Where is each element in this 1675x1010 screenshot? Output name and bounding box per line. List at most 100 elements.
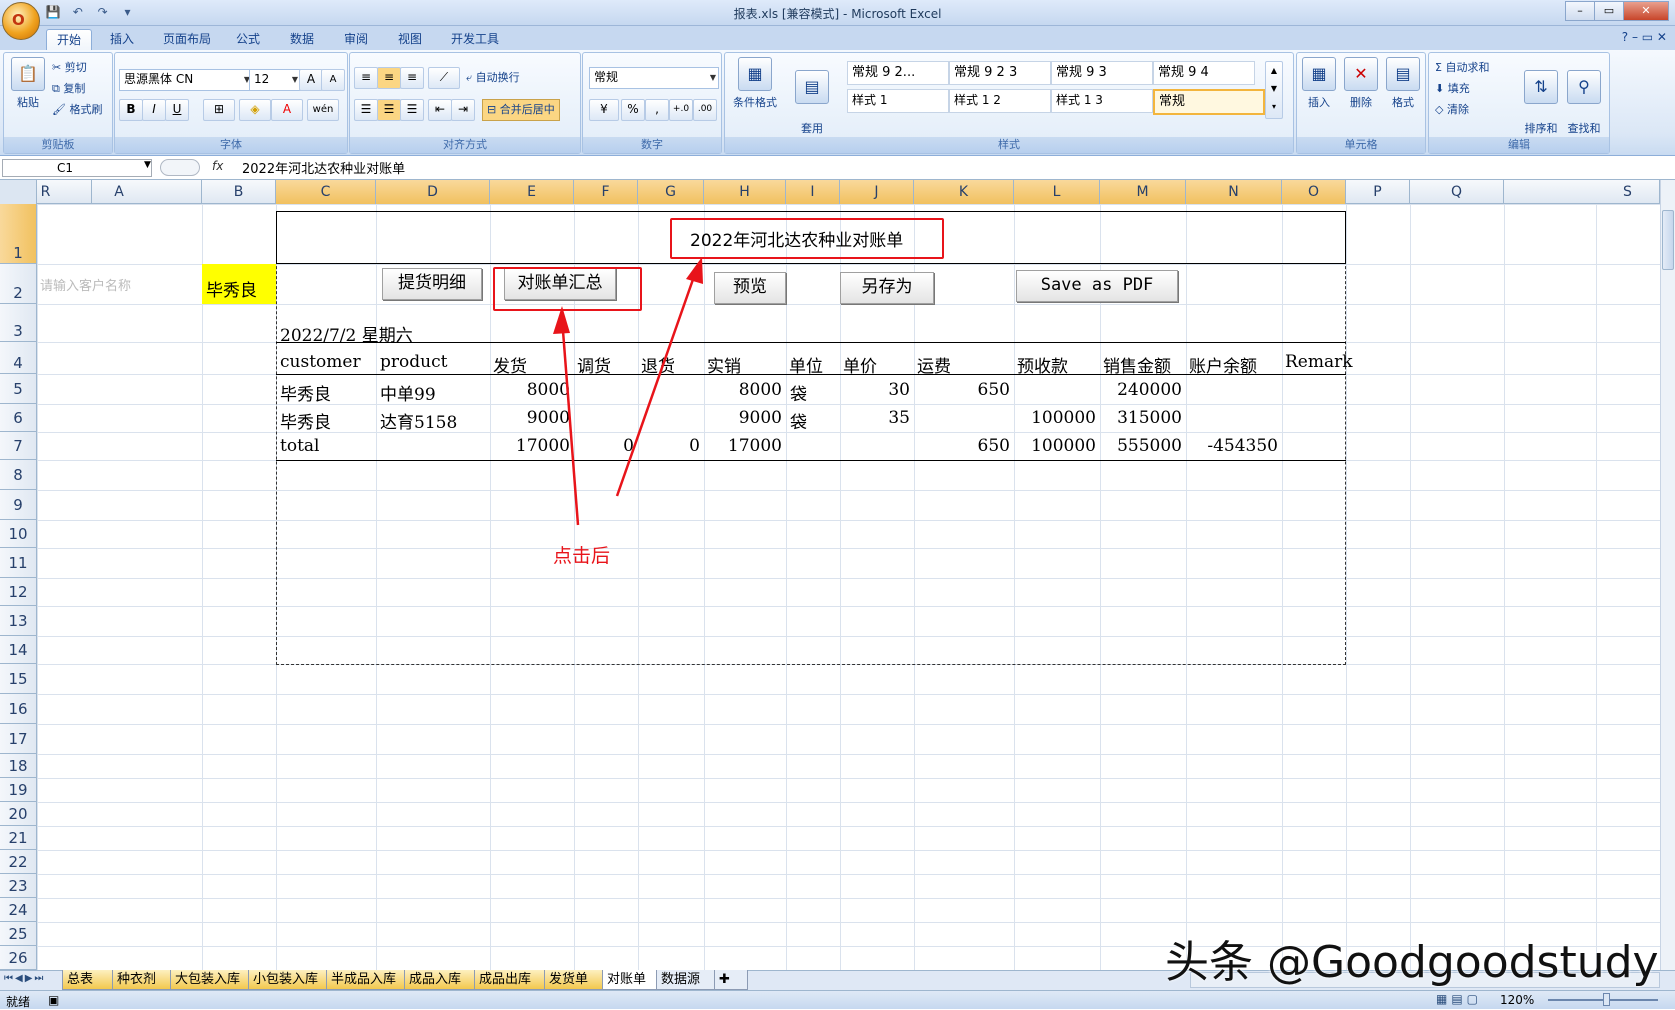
col-header-d[interactable]: D: [376, 180, 490, 204]
save-as-pdf-button[interactable]: Save as PDF: [1016, 270, 1178, 302]
total-sales-amount[interactable]: 555000: [1100, 436, 1182, 456]
header-balance[interactable]: 账户余额: [1189, 352, 1257, 377]
sheet-tab-5[interactable]: 半成品入库: [326, 970, 412, 990]
col-header-m[interactable]: M: [1100, 180, 1186, 204]
row-header-23[interactable]: 23: [0, 874, 37, 898]
header-price[interactable]: 单价: [843, 352, 877, 377]
row2-product[interactable]: 达育5158: [380, 408, 457, 433]
maximize-button[interactable]: ▭: [1594, 1, 1624, 21]
customer-name-placeholder[interactable]: 请输入客户名称: [40, 275, 131, 294]
sheet-tab-10[interactable]: 数据源: [656, 970, 722, 990]
style-cell-8[interactable]: 常规: [1153, 89, 1265, 115]
cut-button[interactable]: ✂ 剪切: [52, 59, 87, 75]
orientation-icon[interactable]: ⟋: [428, 67, 460, 89]
col-header-n[interactable]: N: [1186, 180, 1282, 204]
row-header-11[interactable]: 11: [0, 548, 37, 578]
style-cell-3[interactable]: 常规 9 3: [1051, 61, 1153, 85]
italic-button[interactable]: I: [142, 99, 166, 121]
tab-insert[interactable]: 插入: [98, 29, 146, 50]
style-cell-7[interactable]: 样式 1 3: [1051, 89, 1153, 113]
total-returned[interactable]: 0: [638, 436, 700, 456]
increase-decimal-button[interactable]: +.0: [669, 99, 693, 121]
preview-button[interactable]: 预览: [714, 272, 786, 304]
row1-customer[interactable]: 毕秀良: [280, 380, 331, 405]
sheet-tab-6[interactable]: 成品入库: [404, 970, 482, 990]
header-sales-amount[interactable]: 销售金额: [1103, 352, 1171, 377]
header-remark[interactable]: Remark: [1285, 352, 1353, 372]
row2-unit[interactable]: 袋: [790, 408, 807, 433]
delivery-detail-button[interactable]: 提货明细: [382, 268, 482, 300]
tab-view[interactable]: 视图: [388, 29, 432, 50]
macro-record-icon[interactable]: ▣: [48, 993, 59, 1007]
row1-sales-amount[interactable]: 240000: [1100, 380, 1182, 400]
row-header-17[interactable]: 17: [0, 724, 37, 754]
wrap-text-button[interactable]: ⤶ 自动换行: [466, 69, 520, 85]
currency-button[interactable]: ¥: [589, 99, 619, 121]
row-header-19[interactable]: 19: [0, 778, 37, 802]
total-transfer[interactable]: 0: [574, 436, 634, 456]
format-cells-button[interactable]: ▤ 格式: [1385, 57, 1421, 110]
formula-expand-handle[interactable]: [160, 159, 200, 176]
header-product[interactable]: product: [380, 352, 447, 372]
view-buttons[interactable]: ▦▤▢: [1436, 992, 1482, 1006]
align-left-icon[interactable]: ☰: [354, 99, 378, 121]
row2-net-sales[interactable]: 9000: [704, 408, 782, 428]
row-header-24[interactable]: 24: [0, 898, 37, 922]
col-header-q[interactable]: Q: [1410, 180, 1504, 204]
chevron-down-icon[interactable]: ▼: [144, 160, 151, 170]
row-header-20[interactable]: 20: [0, 802, 37, 826]
row-header-1[interactable]: 1: [0, 204, 37, 264]
header-freight[interactable]: 运费: [917, 352, 951, 377]
row1-freight[interactable]: 650: [914, 380, 1010, 400]
sheet-tab-9[interactable]: 对账单: [602, 970, 664, 990]
total-customer[interactable]: total: [280, 436, 319, 456]
total-prepayment[interactable]: 100000: [1014, 436, 1096, 456]
align-center-icon[interactable]: ☰: [377, 99, 401, 121]
row1-unit[interactable]: 袋: [790, 380, 807, 405]
col-header-g[interactable]: G: [638, 180, 704, 204]
tab-home[interactable]: 开始: [46, 29, 92, 51]
tab-data[interactable]: 数据: [280, 29, 324, 50]
number-format-select[interactable]: 常规 ▼: [589, 67, 719, 89]
row-header-6[interactable]: 6: [0, 404, 37, 432]
font-color-button[interactable]: A: [271, 99, 303, 121]
tab-formulas[interactable]: 公式: [226, 29, 270, 50]
header-customer[interactable]: customer: [280, 352, 361, 372]
insert-cells-button[interactable]: ▦ 插入: [1301, 57, 1337, 110]
font-size-select[interactable]: 12 ▼: [249, 69, 301, 91]
increase-indent-icon[interactable]: ⇥: [451, 99, 475, 121]
row1-price[interactable]: 30: [840, 380, 910, 400]
align-right-icon[interactable]: ☰: [400, 99, 424, 121]
row-header-10[interactable]: 10: [0, 520, 37, 548]
help-controls[interactable]: ? – ▭ ✕: [1622, 30, 1667, 44]
percent-button[interactable]: %: [621, 99, 645, 121]
sheet-tab-8[interactable]: 发货单: [544, 970, 610, 990]
row-header-4[interactable]: 4: [0, 342, 37, 374]
col-header-o[interactable]: O: [1282, 180, 1346, 204]
header-transfer[interactable]: 调货: [577, 352, 611, 377]
align-bottom-icon[interactable]: ≡: [400, 67, 424, 89]
col-header-i[interactable]: I: [786, 180, 840, 204]
row-header-9[interactable]: 9: [0, 490, 37, 520]
decrease-indent-icon[interactable]: ⇤: [428, 99, 452, 121]
total-balance[interactable]: -454350: [1186, 436, 1278, 456]
row1-net-sales[interactable]: 8000: [704, 380, 782, 400]
row-header-7[interactable]: 7: [0, 432, 37, 460]
sheet-tab-4[interactable]: 小包装入库: [248, 970, 334, 990]
total-freight[interactable]: 650: [914, 436, 1010, 456]
sheet-tab-3[interactable]: 大包装入库: [170, 970, 256, 990]
fill-color-button[interactable]: ◈: [239, 99, 271, 121]
underline-button[interactable]: U: [165, 99, 189, 121]
clear-button[interactable]: ◇ 清除: [1435, 101, 1469, 117]
sheet-tab-2[interactable]: 种衣剂: [112, 970, 178, 990]
format-painter-button[interactable]: 🖌 格式刷: [52, 101, 102, 117]
tab-developer[interactable]: 开发工具: [442, 29, 508, 50]
header-unit[interactable]: 单位: [789, 352, 823, 377]
row2-price[interactable]: 35: [840, 408, 910, 428]
row2-shipped[interactable]: 9000: [490, 408, 570, 428]
row-header-16[interactable]: 16: [0, 694, 37, 724]
vertical-scrollbar[interactable]: [1660, 180, 1675, 970]
conditional-format-button[interactable]: ▦ 条件格式: [729, 57, 781, 110]
col-header-p[interactable]: P: [1346, 180, 1410, 204]
header-prepayment[interactable]: 预收款: [1017, 352, 1068, 377]
